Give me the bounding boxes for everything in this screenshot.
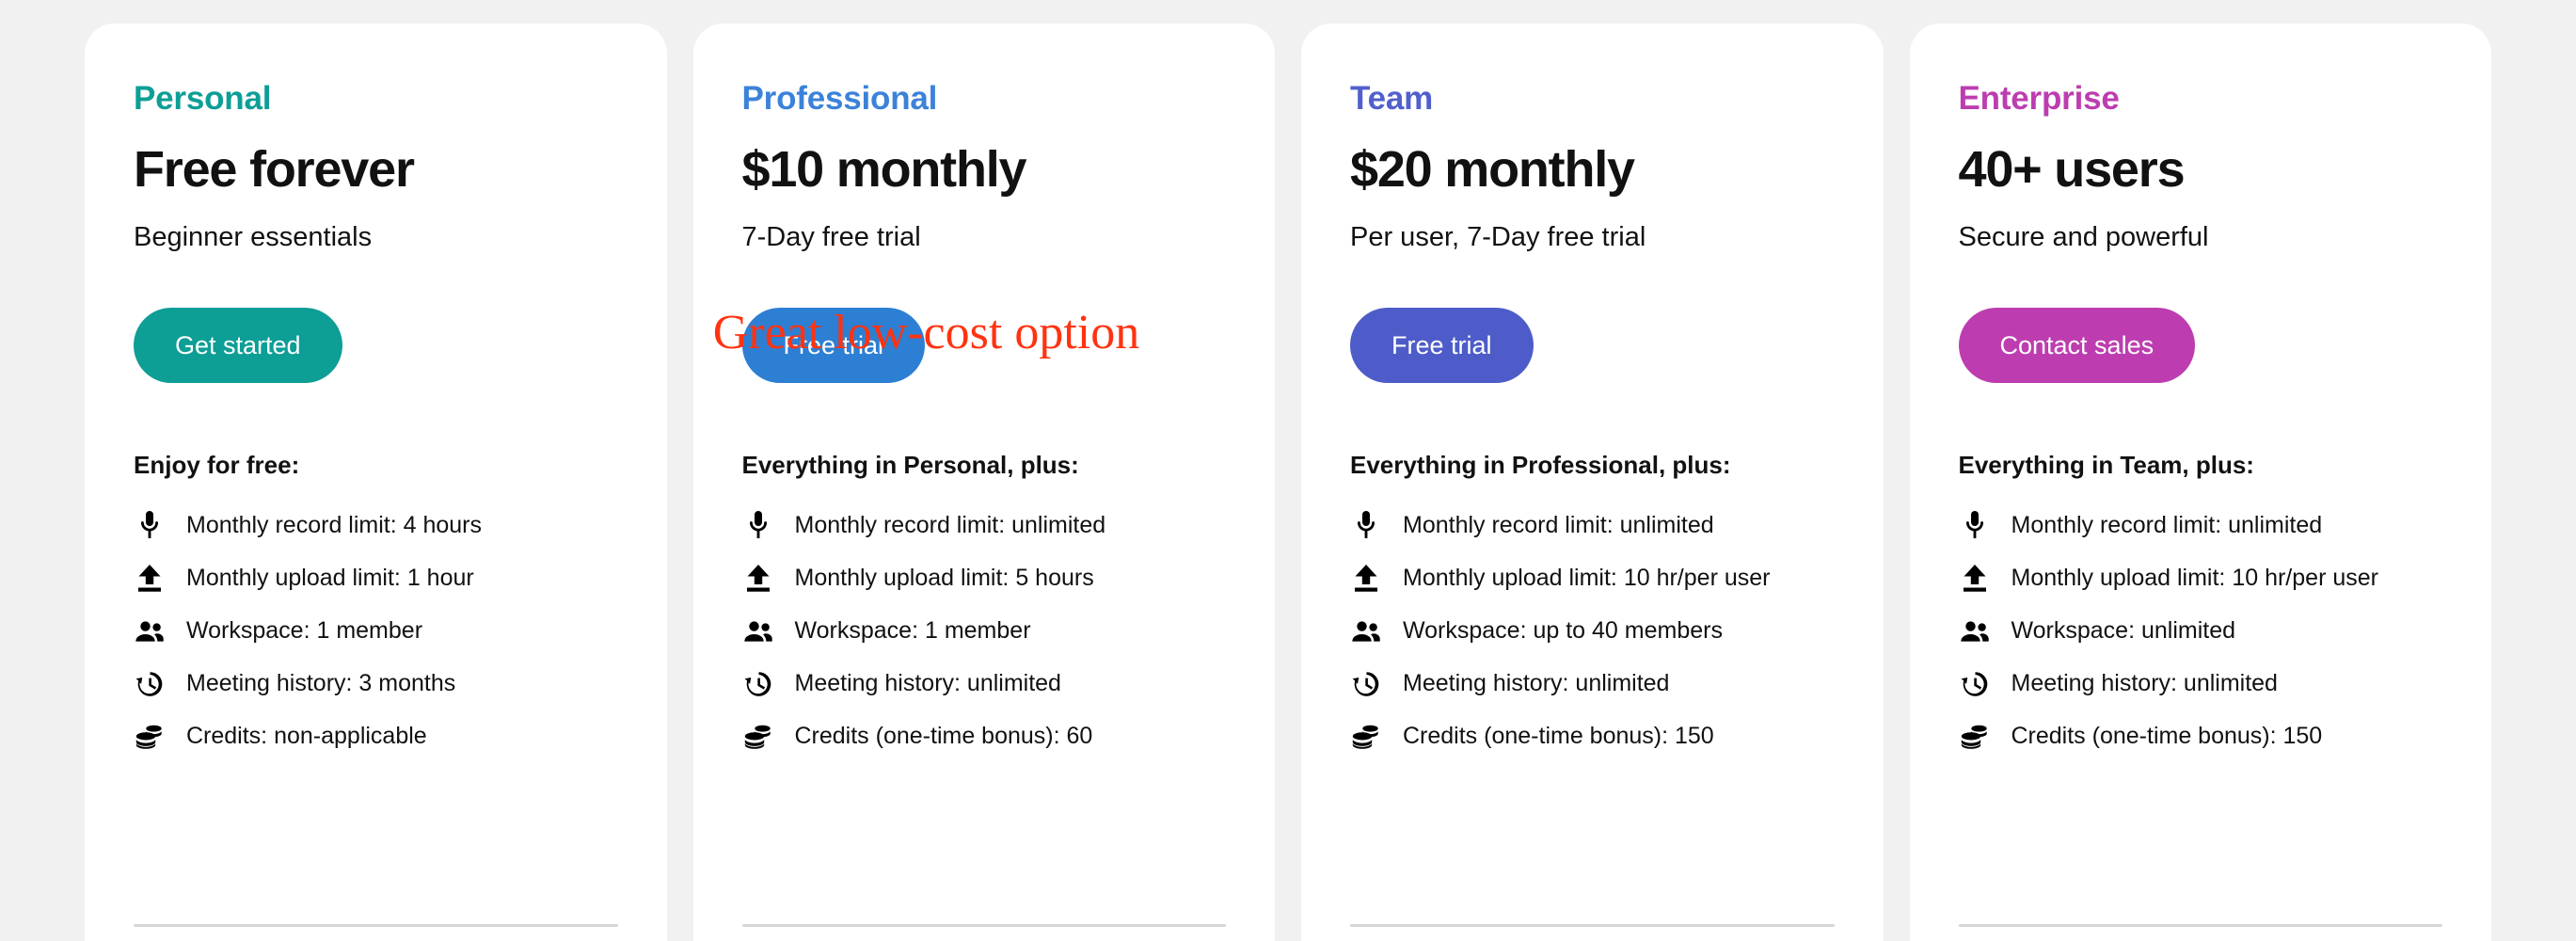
plan-subtitle: Beginner essentials — [134, 221, 373, 252]
features-list: Monthly record limit: unlimited Monthly u… — [1959, 511, 2443, 752]
card-divider — [134, 924, 618, 927]
microphone-icon — [742, 511, 774, 541]
features-list: Monthly record limit: unlimited Monthly u… — [742, 511, 1227, 752]
card-divider — [1350, 924, 1835, 927]
upload-icon — [742, 564, 774, 594]
feature-label: Meeting history: unlimited — [794, 669, 1061, 696]
cta-button-personal[interactable]: Get started — [134, 308, 342, 384]
feature-label: Workspace: unlimited — [2011, 616, 2236, 644]
history-icon — [1350, 669, 1382, 699]
feature-item: Meeting history: unlimited — [742, 669, 1227, 699]
feature-item: Meeting history: unlimited — [1350, 669, 1835, 699]
feature-label: Credits: non-applicable — [186, 722, 427, 749]
plan-subtitle: 7-Day free trial — [741, 221, 921, 252]
upload-icon — [1350, 564, 1382, 594]
microphone-icon — [134, 511, 166, 541]
cta-row: Free trial — [1350, 308, 1835, 384]
feature-item: Monthly upload limit: 10 hr/per user — [1959, 564, 2443, 594]
feature-item: Credits (one-time bonus): 150 — [1350, 722, 1835, 752]
people-icon — [134, 616, 166, 646]
feature-label: Credits (one-time bonus): 60 — [794, 722, 1093, 749]
plan-subtitle: Per user, 7-Day free trial — [1350, 221, 1646, 252]
feature-item: Credits (one-time bonus): 150 — [1959, 722, 2443, 752]
feature-item: Monthly upload limit: 1 hour — [134, 564, 618, 594]
feature-label: Monthly upload limit: 10 hr/per user — [2011, 564, 2378, 591]
plan-annotation: Great low-cost option — [712, 306, 1140, 359]
card-divider — [1958, 924, 2442, 927]
features-header: Enjoy for free: — [134, 451, 300, 480]
features-list: Monthly record limit: unlimited Monthly u… — [1350, 511, 1835, 752]
feature-label: Meeting history: 3 months — [186, 669, 456, 696]
plan-price: $20 monthly — [1350, 141, 1635, 198]
feature-label: Monthly upload limit: 5 hours — [794, 564, 1094, 591]
feature-item: Monthly upload limit: 5 hours — [742, 564, 1227, 594]
feature-label: Monthly record limit: unlimited — [1403, 511, 1714, 538]
cta-row: Get started — [134, 308, 618, 384]
plan-card-professional: Professional $10 monthly 7-Day free trial G… — [692, 24, 1275, 941]
features-list: Monthly record limit: 4 hours Monthly upl… — [134, 511, 618, 752]
plan-subtitle: Secure and powerful — [1958, 221, 2209, 252]
feature-label: Credits (one-time bonus): 150 — [2011, 722, 2323, 749]
feature-item: Monthly record limit: unlimited — [742, 511, 1227, 541]
feature-label: Monthly record limit: unlimited — [794, 511, 1106, 538]
feature-label: Monthly record limit: unlimited — [2011, 511, 2323, 538]
feature-item: Credits: non-applicable — [134, 722, 618, 752]
coins-icon — [742, 722, 774, 752]
plan-card-team: Team $20 monthly Per user, 7-Day free tria… — [1301, 24, 1884, 941]
plan-price: 40+ users — [1958, 141, 2186, 198]
people-icon — [742, 616, 774, 646]
feature-item: Monthly record limit: unlimited — [1959, 511, 2443, 541]
feature-item: Meeting history: unlimited — [1959, 669, 2443, 699]
cta-row: Contact sales — [1958, 308, 2443, 384]
microphone-icon — [1350, 511, 1382, 541]
history-icon — [134, 669, 166, 699]
feature-item: Monthly record limit: unlimited — [1350, 511, 1835, 541]
feature-item: Workspace: up to 40 members — [1350, 616, 1835, 646]
plan-price: $10 monthly — [741, 141, 1027, 198]
coins-icon — [1959, 722, 1991, 752]
feature-item: Meeting history: 3 months — [134, 669, 618, 699]
feature-label: Monthly record limit: 4 hours — [186, 511, 483, 538]
feature-label: Workspace: 1 member — [186, 616, 423, 644]
microphone-icon — [1959, 511, 1991, 541]
feature-label: Meeting history: unlimited — [1403, 669, 1670, 696]
coins-icon — [1350, 722, 1382, 752]
feature-label: Monthly upload limit: 1 hour — [186, 564, 474, 591]
pricing-plan-grid: Personal Free forever Beginner essentials G… — [0, 0, 2576, 941]
cta-button-team[interactable]: Free trial — [1350, 308, 1534, 384]
feature-label: Workspace: 1 member — [794, 616, 1031, 644]
history-icon — [1959, 669, 1991, 699]
upload-icon — [1959, 564, 1991, 594]
plan-name: Professional — [741, 80, 938, 117]
feature-item: Workspace: 1 member — [134, 616, 618, 646]
plan-name: Enterprise — [1958, 80, 2120, 117]
plan-card-enterprise: Enterprise 40+ users Secure and powerful Co… — [1909, 24, 2491, 941]
feature-label: Meeting history: unlimited — [2011, 669, 2278, 696]
plan-name: Team — [1350, 80, 1434, 117]
plan-price: Free forever — [134, 141, 415, 198]
card-divider — [741, 924, 1226, 927]
people-icon — [1959, 616, 1991, 646]
plan-card-personal: Personal Free forever Beginner essentials G… — [85, 24, 667, 941]
people-icon — [1350, 616, 1382, 646]
features-header: Everything in Professional, plus: — [1350, 451, 1731, 480]
feature-label: Monthly upload limit: 10 hr/per user — [1403, 564, 1771, 591]
plan-name: Personal — [134, 80, 272, 117]
feature-item: Workspace: unlimited — [1959, 616, 2443, 646]
feature-item: Credits (one-time bonus): 60 — [742, 722, 1227, 752]
feature-item: Workspace: 1 member — [742, 616, 1227, 646]
feature-item: Monthly record limit: 4 hours — [134, 511, 618, 541]
feature-item: Monthly upload limit: 10 hr/per user — [1350, 564, 1835, 594]
feature-label: Workspace: up to 40 members — [1403, 616, 1723, 644]
feature-label: Credits (one-time bonus): 150 — [1403, 722, 1714, 749]
features-header: Everything in Team, plus: — [1958, 451, 2254, 480]
history-icon — [742, 669, 774, 699]
coins-icon — [134, 722, 166, 752]
features-header: Everything in Personal, plus: — [741, 451, 1079, 480]
upload-icon — [134, 564, 166, 594]
cta-button-enterprise[interactable]: Contact sales — [1958, 308, 2196, 384]
